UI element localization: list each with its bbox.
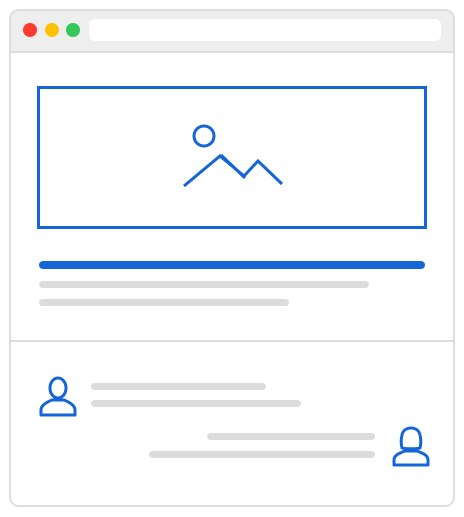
mountain-line (183, 154, 284, 188)
browser-window (9, 9, 455, 507)
comment-line-placeholder (91, 383, 266, 390)
female-user-icon (392, 426, 430, 467)
sun-circle (192, 124, 216, 148)
text-line-placeholder (39, 281, 369, 288)
title-bar (11, 11, 453, 53)
reply-line-placeholder (207, 433, 375, 440)
text-line-placeholder (39, 299, 289, 306)
close-window-button[interactable] (23, 23, 37, 37)
headline-placeholder (39, 261, 425, 269)
reply-line-placeholder (149, 451, 375, 458)
minimize-window-button[interactable] (45, 23, 59, 37)
section-divider (11, 340, 453, 342)
comment-line-placeholder (91, 400, 301, 407)
mountain-slope (219, 153, 247, 180)
male-user-icon (39, 376, 77, 417)
image-placeholder (37, 86, 427, 229)
address-bar[interactable] (89, 19, 441, 41)
maximize-window-button[interactable] (66, 23, 80, 37)
mountain-landscape-icon (183, 124, 284, 188)
